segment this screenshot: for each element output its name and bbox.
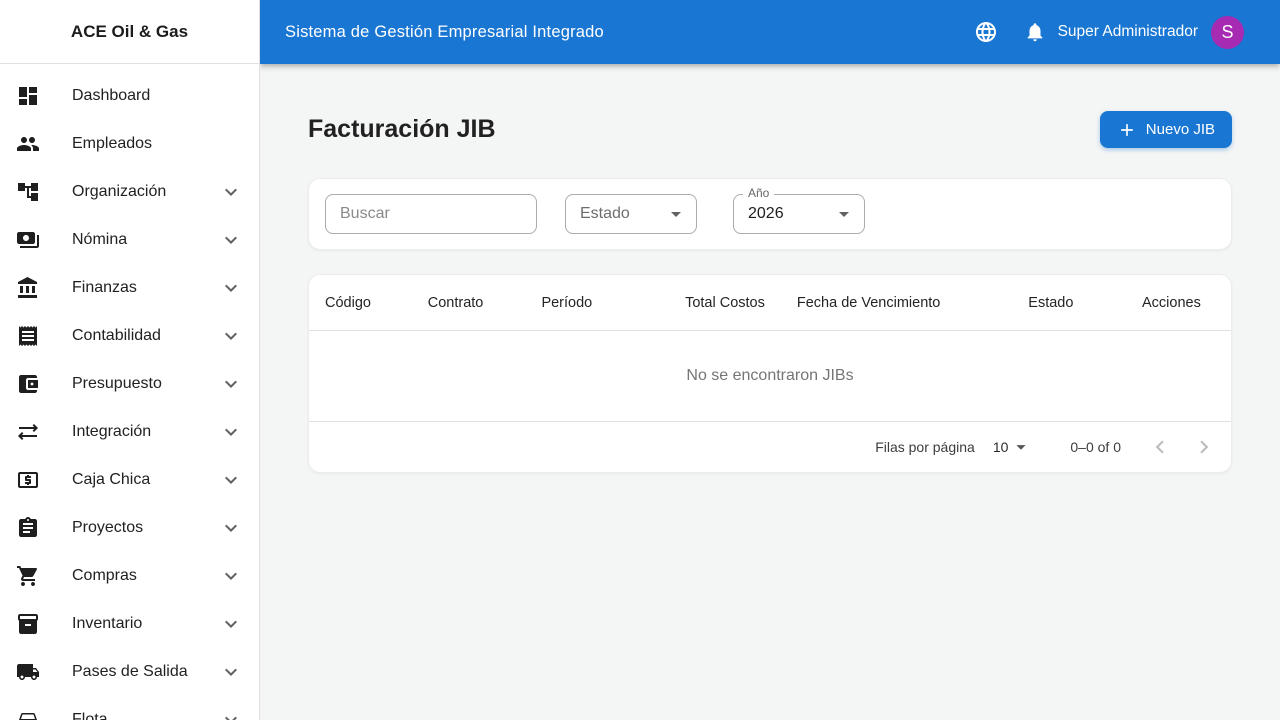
- column-header-periodo: Período: [541, 294, 593, 311]
- chevron-down-icon: [219, 564, 243, 588]
- sidebar-item-compras[interactable]: Compras: [0, 552, 259, 600]
- year-select[interactable]: Año 2026: [733, 186, 865, 234]
- column-header-estado: Estado: [1028, 294, 1074, 311]
- sidebar-item-label: Inventario: [72, 615, 143, 632]
- year-select-label: Año: [743, 186, 775, 200]
- main-content: Facturación JIB Nuevo JIB Estado Año 202…: [260, 0, 1280, 473]
- brand: ACE Oil & Gas: [0, 0, 259, 64]
- sidebar-item-flota[interactable]: Flota: [0, 696, 259, 720]
- sidebar-item-label: Nómina: [72, 231, 128, 248]
- sidebar-item-label: Integración: [72, 423, 152, 440]
- sidebar-item-contabilidad[interactable]: Contabilidad: [0, 312, 259, 360]
- appbar: Sistema de Gestión Empresarial Integrado…: [260, 0, 1280, 64]
- column-header-fecha-vencimiento: Fecha de Vencimiento: [796, 294, 941, 311]
- wallet-icon: [16, 372, 40, 396]
- chevron-down-icon: [219, 612, 243, 636]
- sidebar-item-label: Empleados: [72, 135, 153, 152]
- sidebar-item-label: Finanzas: [72, 279, 137, 296]
- arrow-drop-down-icon: [832, 202, 856, 226]
- empty-state-message: No se encontraron JIBs: [309, 331, 1231, 422]
- new-jib-button[interactable]: Nuevo JIB: [1099, 111, 1232, 148]
- truck-icon: [16, 660, 40, 684]
- bell-icon[interactable]: [1024, 21, 1046, 43]
- estado-select[interactable]: Estado: [565, 194, 697, 234]
- car-icon: [16, 708, 40, 720]
- shopping-cart-icon: [16, 564, 40, 588]
- jib-table: Código Contrato Período Total Costos Fec…: [308, 274, 1232, 473]
- year-select-value: 2026: [748, 205, 784, 222]
- inventory-icon: [16, 612, 40, 636]
- user-name: Super Administrador: [1057, 23, 1198, 40]
- arrow-drop-down-icon: [1010, 436, 1032, 458]
- chevron-down-icon: [219, 276, 243, 300]
- page-title: Facturación JIB: [308, 115, 496, 143]
- chevron-down-icon: [219, 708, 243, 720]
- sidebar-item-label: Caja Chica: [72, 471, 151, 488]
- sidebar-item-empleados[interactable]: Empleados: [0, 120, 259, 168]
- filters-card: Estado Año 2026: [308, 178, 1232, 250]
- sidebar-item-label: Organización: [72, 183, 167, 200]
- sidebar-item-integracion[interactable]: Integración: [0, 408, 259, 456]
- clipboard-icon: [16, 516, 40, 540]
- table-pagination: Filas por página 10 0–0 of 0: [309, 422, 1231, 472]
- sidebar-item-label: Pases de Salida: [72, 663, 188, 680]
- chevron-down-icon: [219, 180, 243, 204]
- pagination-range: 0–0 of 0: [1070, 439, 1121, 455]
- bank-icon: [16, 276, 40, 300]
- sidebar-item-label: Dashboard: [72, 87, 151, 104]
- chevron-down-icon: [219, 516, 243, 540]
- new-jib-button-label: Nuevo JIB: [1145, 121, 1215, 138]
- arrow-drop-down-icon: [664, 202, 688, 226]
- globe-icon[interactable]: [974, 20, 998, 44]
- chevron-right-icon[interactable]: [1191, 434, 1217, 460]
- chevron-down-icon: [219, 324, 243, 348]
- chevron-down-icon: [219, 228, 243, 252]
- estado-select-value: Estado: [580, 205, 630, 222]
- sidebar-item-label: Contabilidad: [72, 327, 161, 344]
- column-header-acciones: Acciones: [1141, 294, 1201, 311]
- chevron-down-icon: [219, 372, 243, 396]
- sidebar-nav: Dashboard Empleados Organización Nómina …: [0, 64, 259, 720]
- rows-per-page-select[interactable]: 10: [993, 436, 1033, 458]
- sidebar-item-nomina[interactable]: Nómina: [0, 216, 259, 264]
- sidebar-item-inventario[interactable]: Inventario: [0, 600, 259, 648]
- column-header-contrato: Contrato: [427, 294, 484, 311]
- sidebar-item-proyectos[interactable]: Proyectos: [0, 504, 259, 552]
- column-header-codigo: Código: [325, 294, 371, 311]
- chevron-down-icon: [219, 468, 243, 492]
- sidebar-item-organizacion[interactable]: Organización: [0, 168, 259, 216]
- sidebar-item-pases-de-salida[interactable]: Pases de Salida: [0, 648, 259, 696]
- sidebar-item-label: Proyectos: [72, 519, 144, 536]
- cash-box-icon: [16, 468, 40, 492]
- payments-icon: [16, 228, 40, 252]
- chevron-down-icon: [219, 660, 243, 684]
- rows-per-page-value: 10: [992, 439, 1009, 455]
- avatar[interactable]: S: [1211, 15, 1244, 49]
- page-header: Facturación JIB Nuevo JIB: [308, 111, 1232, 148]
- app-title: Sistema de Gestión Empresarial Integrado: [285, 22, 604, 41]
- sync-alt-icon: [16, 420, 40, 444]
- receipt-icon: [16, 324, 40, 348]
- sidebar-item-caja-chica[interactable]: Caja Chica: [0, 456, 259, 504]
- appbar-actions: Super Administrador S: [974, 15, 1244, 49]
- table-header-row: Código Contrato Período Total Costos Fec…: [309, 275, 1231, 331]
- sidebar: ACE Oil & Gas Dashboard Empleados Organi…: [0, 0, 260, 720]
- people-icon: [16, 132, 40, 156]
- chevron-left-icon[interactable]: [1147, 434, 1173, 460]
- sidebar-item-presupuesto[interactable]: Presupuesto: [0, 360, 259, 408]
- sidebar-item-label: Compras: [72, 567, 137, 584]
- plus-icon: [1117, 120, 1137, 140]
- rows-per-page-label: Filas por página: [875, 439, 975, 455]
- org-tree-icon: [16, 180, 40, 204]
- column-header-total-costos: Total Costos: [685, 294, 765, 311]
- dashboard-icon: [16, 84, 40, 108]
- sidebar-item-label: Presupuesto: [72, 375, 162, 392]
- chevron-down-icon: [219, 420, 243, 444]
- sidebar-item-label: Flota: [72, 711, 108, 720]
- search-input[interactable]: [325, 194, 537, 234]
- sidebar-item-finanzas[interactable]: Finanzas: [0, 264, 259, 312]
- sidebar-item-dashboard[interactable]: Dashboard: [0, 72, 259, 120]
